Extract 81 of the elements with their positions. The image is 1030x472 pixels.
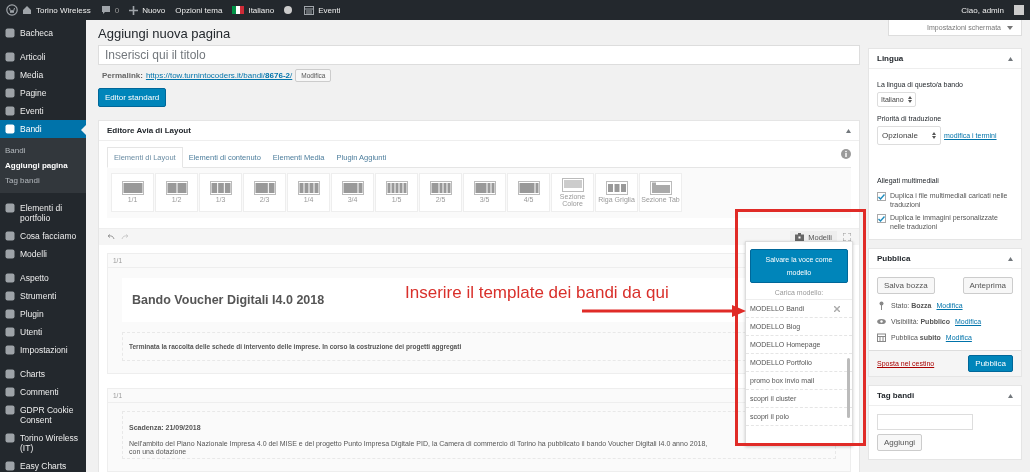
flag-icon	[232, 6, 245, 14]
select-arrows-icon	[932, 132, 937, 139]
comment-icon	[100, 5, 111, 15]
sidebar-item[interactable]: Bacheca	[0, 24, 86, 42]
sidebar-item[interactable]: Pagine	[0, 84, 86, 102]
calendar-icon	[304, 5, 315, 15]
info-icon[interactable]	[841, 149, 851, 159]
sidebar-item[interactable]: Elementi di portfolio	[0, 199, 86, 227]
sidebar-item[interactable]: GDPR Cookie Consent	[0, 401, 86, 429]
new-menu-link[interactable]: Nuovo	[142, 5, 166, 15]
layout-icon	[649, 181, 672, 196]
sidebar-item[interactable]: Strumenti	[0, 287, 86, 305]
permalink-link[interactable]: https://tow.turnintocoders.it/bandi/8676-2/	[145, 71, 293, 80]
sidebar-item[interactable]: Eventi	[0, 102, 86, 120]
content-heading: Bando Voucher Digitali I4.0 2018	[132, 293, 325, 307]
collapse-icon[interactable]	[1008, 393, 1013, 398]
sidebar-item[interactable]: Plugin	[0, 305, 86, 323]
sidebar-item[interactable]: Articoli	[0, 48, 86, 66]
publish-button[interactable]: Pubblica	[968, 355, 1013, 372]
layout-icon	[121, 181, 144, 196]
comment-count[interactable]: 0	[114, 5, 120, 15]
sidebar-item[interactable]: Cosa facciamo	[0, 227, 86, 245]
theme-options-link[interactable]: Opzioni tema	[175, 5, 223, 15]
submenu-item[interactable]: Bandi	[0, 143, 86, 158]
title-field[interactable]: Inserisci qui il titolo	[98, 45, 860, 65]
add-tag-button[interactable]: Aggiungi	[877, 434, 923, 451]
tag-input-field[interactable]	[877, 414, 973, 430]
sidebar-item[interactable]: Torino Wireless (IT)	[0, 429, 86, 457]
sidebar-item[interactable]: Aspetto	[0, 269, 86, 287]
submenu-item[interactable]: Aggiungi pagina	[0, 158, 86, 173]
sidebar-item[interactable]: Impostazioni	[0, 341, 86, 359]
page-title: Aggiungi nuova pagina	[98, 26, 232, 41]
permalink-label: Permalink:	[102, 71, 143, 80]
plus-icon	[129, 5, 139, 15]
layout-icon	[209, 181, 232, 196]
select-arrows-icon	[907, 96, 912, 103]
checkbox[interactable]	[877, 192, 886, 201]
layout-icon	[165, 181, 188, 196]
sidebar-item[interactable]: Charts	[0, 365, 86, 383]
annotation-text: Inserire il template dei bandi da qui	[405, 283, 669, 303]
panel-title: Pubblica	[877, 254, 911, 263]
checkbox[interactable]	[877, 214, 886, 223]
pin-icon	[877, 301, 886, 310]
layout-icon	[605, 181, 628, 196]
sidebar-item[interactable]: Media	[0, 66, 86, 84]
standard-editor-button[interactable]: Editor standard	[98, 88, 167, 107]
greeting-link[interactable]: Ciao, admin	[961, 5, 1004, 15]
layout-icon	[297, 181, 320, 196]
priority-select[interactable]: Opzionale	[877, 126, 942, 145]
panel-title: Tag bandi	[877, 391, 915, 400]
layout-icon	[385, 181, 408, 196]
wordpress-logo-icon[interactable]	[6, 4, 18, 16]
layout-icon	[473, 181, 496, 196]
site-name-link[interactable]: Torino Wireless	[36, 5, 91, 15]
layout-icon	[561, 177, 584, 192]
layout-icon	[253, 181, 276, 196]
collapse-icon[interactable]	[1008, 56, 1013, 61]
sidebar-item[interactable]: Commenti	[0, 383, 86, 401]
fullscreen-icon[interactable]	[843, 233, 851, 241]
preview-button[interactable]: Anteprima	[962, 277, 1013, 294]
sidebar-item[interactable]: Modelli	[0, 245, 86, 263]
events-link[interactable]: Eventi	[318, 5, 341, 15]
layout-icon	[429, 181, 452, 196]
sidebar-item[interactable]: Bandi	[0, 120, 86, 138]
sidebar-item[interactable]: Easy Charts	[0, 457, 86, 472]
layout-icon	[341, 181, 364, 196]
language-menu-link[interactable]: Italiano	[248, 5, 275, 15]
panel-title: Editore Avia di Layout	[107, 126, 191, 135]
eye-icon	[877, 317, 886, 326]
collapse-icon[interactable]	[846, 128, 851, 133]
submenu-item[interactable]: Tag bandi	[0, 173, 86, 188]
delete-icon[interactable]	[834, 305, 840, 312]
collapse-icon[interactable]	[1008, 256, 1013, 261]
save-draft-button[interactable]: Salva bozza	[877, 277, 935, 294]
layout-icon	[517, 181, 540, 196]
calendar-icon	[877, 333, 886, 342]
caret-icon	[1007, 25, 1013, 30]
panel-title: Lingua	[877, 54, 904, 63]
sidebar-item[interactable]: Utenti	[0, 323, 86, 341]
home-icon	[22, 5, 32, 15]
undo-icon[interactable]	[107, 234, 115, 240]
